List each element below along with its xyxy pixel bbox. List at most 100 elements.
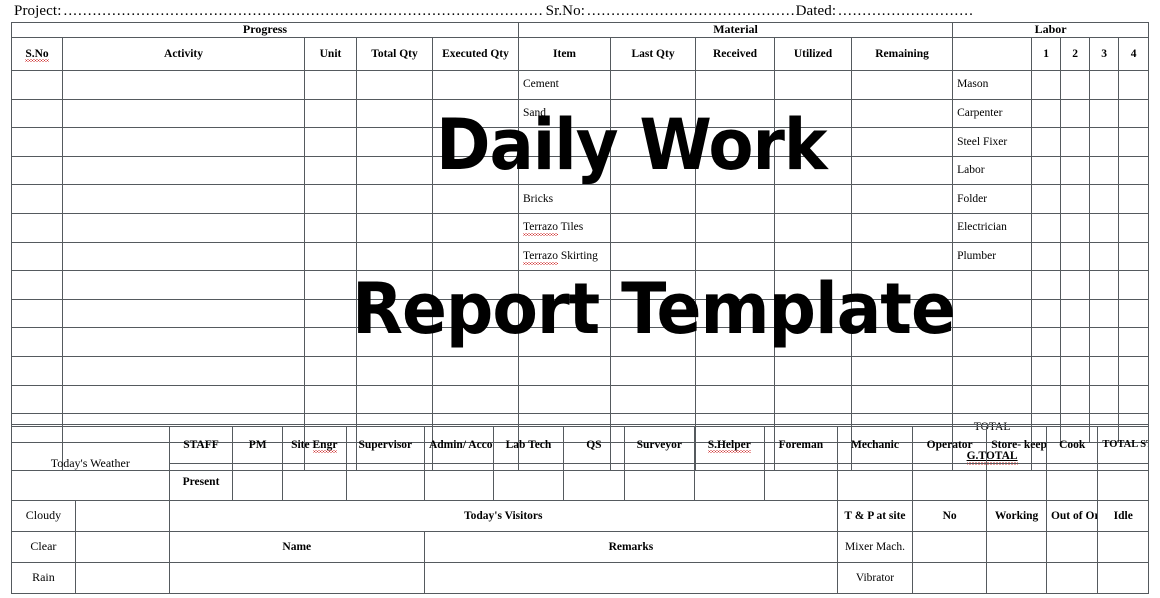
cell-received[interactable] [695, 70, 776, 100]
present-site-engr[interactable] [281, 463, 347, 501]
cell-last-qty[interactable] [610, 70, 697, 100]
cell-sno[interactable] [11, 355, 63, 386]
labor-count-2[interactable] [1060, 70, 1091, 100]
cell-total-qty[interactable] [356, 184, 433, 214]
labor-count-3[interactable] [1089, 155, 1120, 186]
cell-utilized[interactable] [774, 184, 853, 214]
cell-utilized[interactable] [774, 98, 853, 129]
present-pm[interactable] [232, 463, 283, 501]
weather-clear-value[interactable] [74, 531, 170, 563]
labor-count-2[interactable] [1060, 270, 1091, 300]
present-total-staff[interactable] [1097, 463, 1149, 501]
labor-count-4[interactable] [1118, 70, 1150, 100]
cell-sno[interactable] [11, 212, 63, 243]
cell-unit[interactable] [304, 355, 357, 386]
visitors-remarks-value[interactable] [423, 562, 838, 594]
cell-utilized[interactable] [774, 327, 853, 357]
labor-count-4[interactable] [1118, 127, 1150, 157]
present-qs[interactable] [562, 463, 625, 501]
labor-count-1[interactable] [1031, 270, 1062, 300]
labor-count-2[interactable] [1060, 327, 1091, 357]
labor-count-1[interactable] [1031, 327, 1062, 357]
present-admin-account[interactable] [423, 463, 494, 501]
cell-sno[interactable] [11, 155, 63, 186]
cell-remaining[interactable] [851, 184, 954, 214]
cell-executed-qty[interactable] [431, 70, 520, 100]
cell-activity[interactable] [62, 184, 305, 214]
cell-unit[interactable] [304, 298, 357, 329]
cell-received[interactable] [695, 127, 776, 157]
cell-received[interactable] [695, 184, 776, 214]
labor-count-4[interactable] [1118, 184, 1150, 214]
cell-total-qty[interactable] [356, 327, 433, 357]
cell-sno[interactable] [11, 127, 63, 157]
cell-unit[interactable] [304, 212, 357, 243]
cell-total-qty[interactable] [356, 241, 433, 272]
cell-total-qty[interactable] [356, 355, 433, 386]
present-cook[interactable] [1045, 463, 1099, 501]
cell-executed-qty[interactable] [431, 327, 520, 357]
cell-last-qty[interactable] [610, 155, 697, 186]
labor-count-2[interactable] [1060, 127, 1091, 157]
labor-count-2[interactable] [1060, 355, 1091, 386]
cell-remaining[interactable] [851, 70, 954, 100]
labor-count-2[interactable] [1060, 298, 1091, 329]
cell-utilized[interactable] [774, 212, 853, 243]
cell-last-qty[interactable] [610, 270, 697, 300]
cell-unit[interactable] [304, 184, 357, 214]
cell-activity[interactable] [62, 212, 305, 243]
labor-count-1[interactable] [1031, 70, 1062, 100]
weather-option-clear[interactable]: Clear [11, 531, 76, 563]
weather-option-cloudy[interactable]: Cloudy [11, 500, 76, 532]
cell-utilized[interactable] [774, 241, 853, 272]
cell-remaining[interactable] [851, 298, 954, 329]
labor-count-3[interactable] [1089, 241, 1120, 272]
tp-mixer-no[interactable] [912, 531, 988, 563]
cell-last-qty[interactable] [610, 98, 697, 129]
cell-activity[interactable] [62, 70, 305, 100]
cell-utilized[interactable] [774, 127, 853, 157]
cell-utilized[interactable] [774, 155, 853, 186]
cell-received[interactable] [695, 327, 776, 357]
cell-last-qty[interactable] [610, 327, 697, 357]
cell-last-qty[interactable] [610, 127, 697, 157]
present-mechanic[interactable] [836, 463, 914, 501]
cell-unit[interactable] [304, 127, 357, 157]
cell-total-qty[interactable] [356, 270, 433, 300]
labor-count-3[interactable] [1089, 70, 1120, 100]
labor-count-1[interactable] [1031, 241, 1062, 272]
weather-rain-value[interactable] [74, 562, 170, 594]
cell-activity[interactable] [62, 298, 305, 329]
tp-mixer-idle[interactable] [1097, 531, 1149, 563]
cell-activity[interactable] [62, 127, 305, 157]
cell-remaining[interactable] [851, 155, 954, 186]
cell-last-qty[interactable] [610, 298, 697, 329]
cell-received[interactable] [695, 155, 776, 186]
labor-count-1[interactable] [1031, 98, 1062, 129]
cell-last-qty[interactable] [610, 184, 697, 214]
cell-unit[interactable] [304, 98, 357, 129]
cell-total-qty[interactable] [356, 298, 433, 329]
cell-activity[interactable] [62, 98, 305, 129]
present-lab-tech[interactable] [492, 463, 564, 501]
labor-count-2[interactable] [1060, 155, 1091, 186]
cell-received[interactable] [695, 98, 776, 129]
cell-last-qty[interactable] [610, 355, 697, 386]
cell-sno[interactable] [11, 298, 63, 329]
labor-count-1[interactable] [1031, 184, 1062, 214]
weather-option-rain[interactable]: Rain [11, 562, 76, 594]
cell-unit[interactable] [304, 70, 357, 100]
labor-count-1[interactable] [1031, 298, 1062, 329]
present-s-helper[interactable] [693, 463, 765, 501]
cell-executed-qty[interactable] [431, 98, 520, 129]
labor-count-3[interactable] [1089, 98, 1120, 129]
present-operator[interactable] [912, 463, 988, 501]
tp-mixer-working[interactable] [986, 531, 1047, 563]
tp-vibrator-idle[interactable] [1097, 562, 1149, 594]
labor-count-3[interactable] [1089, 212, 1120, 243]
cell-sno[interactable] [11, 270, 63, 300]
cell-received[interactable] [695, 355, 776, 386]
labor-count-3[interactable] [1089, 270, 1120, 300]
cell-last-qty[interactable] [610, 212, 697, 243]
cell-total-qty[interactable] [356, 127, 433, 157]
